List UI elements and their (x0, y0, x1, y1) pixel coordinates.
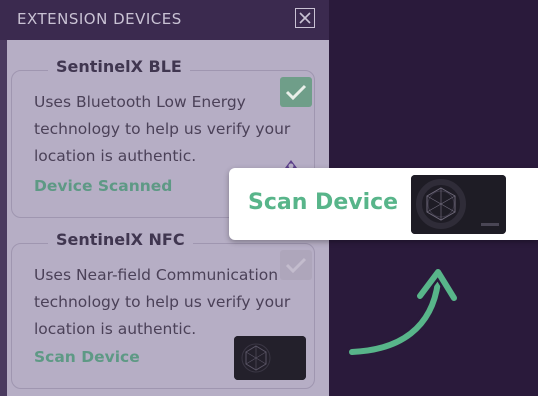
device-status-link[interactable]: Device Scanned (34, 177, 172, 195)
curved-arrow-icon (346, 266, 460, 358)
screen: EXTENSION DEVICES SentinelX BLE Uses Blu… (0, 0, 538, 396)
scan-device-link[interactable]: Scan Device (34, 348, 140, 366)
device-description: Uses Near-field Communication technology… (34, 266, 291, 338)
device-card-nfc: SentinelX NFC Uses Near-field Communicat… (11, 230, 315, 389)
device-name: SentinelX NFC (48, 230, 193, 249)
panel-title: EXTENSION DEVICES (17, 10, 182, 28)
scan-device-callout: Scan Device (229, 168, 538, 240)
device-description: Uses Bluetooth Low Energy technology to … (34, 93, 291, 165)
device-name: SentinelX BLE (48, 57, 190, 76)
nfc-card-image (234, 336, 306, 380)
nfc-card-image (411, 175, 506, 234)
panel-header: EXTENSION DEVICES (0, 0, 329, 40)
scan-device-button[interactable]: Scan Device (248, 190, 398, 215)
close-icon (299, 12, 311, 24)
close-button[interactable] (295, 8, 315, 28)
